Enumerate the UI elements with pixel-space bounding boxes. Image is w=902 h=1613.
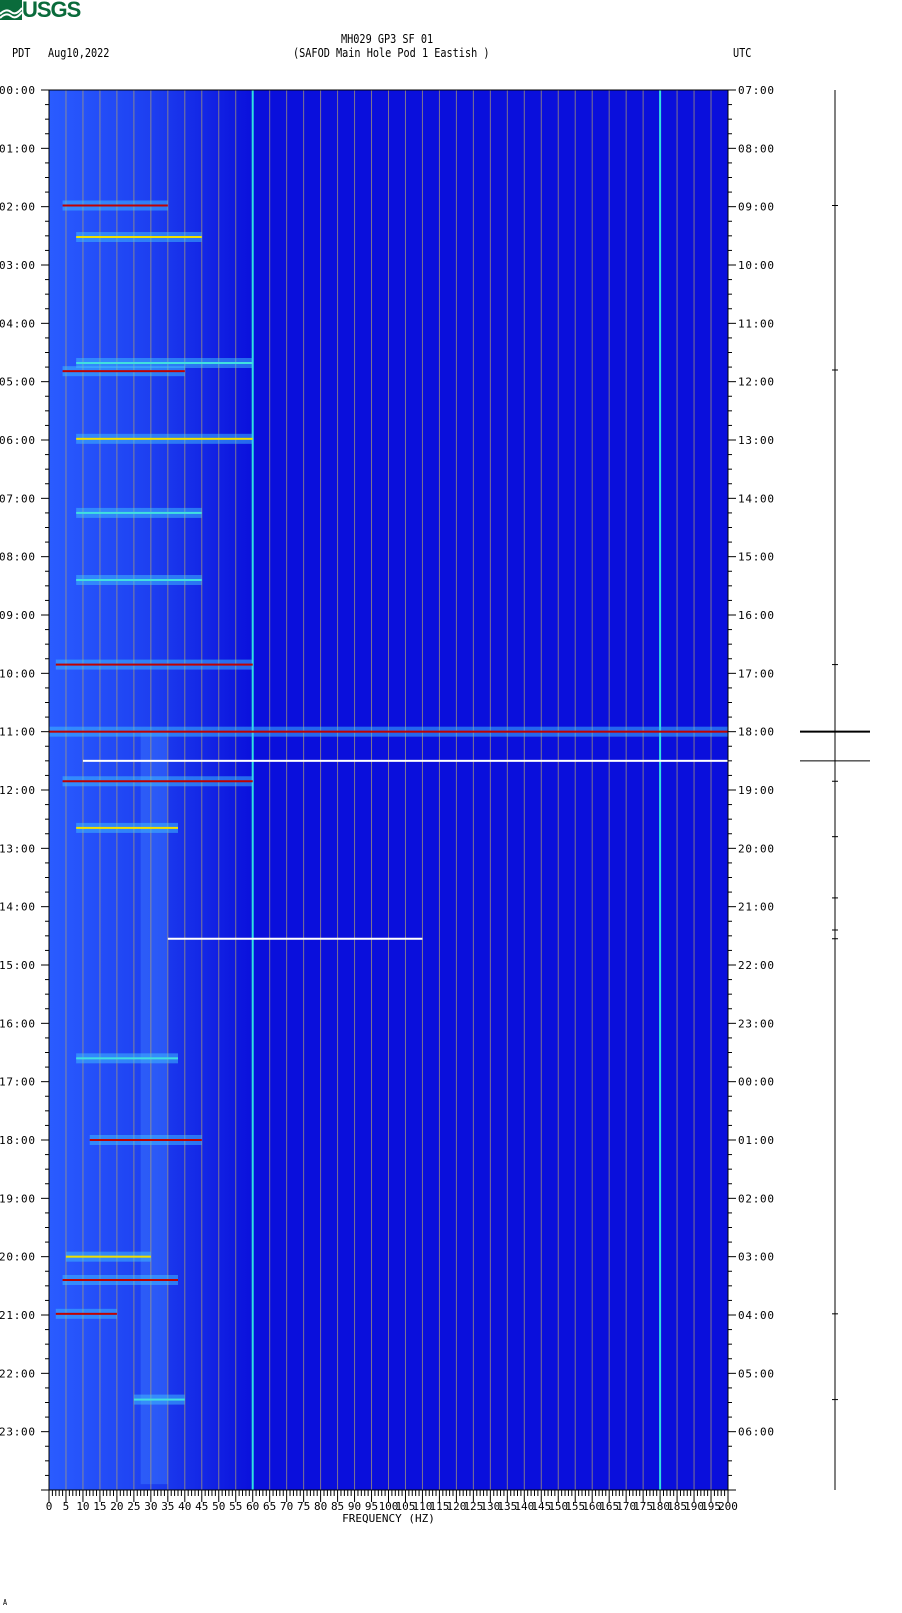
y-label-right: 08:00 bbox=[738, 142, 774, 155]
y-label-right: 04:00 bbox=[738, 1309, 774, 1322]
y-label-left: 14:00 bbox=[0, 901, 35, 914]
event-band bbox=[76, 362, 253, 364]
event-band bbox=[167, 937, 423, 940]
event-band bbox=[49, 730, 728, 733]
y-label-left: 01:00 bbox=[0, 142, 35, 155]
x-label: 80 bbox=[314, 1500, 327, 1513]
x-label: 15 bbox=[93, 1500, 106, 1513]
y-label-left: 13:00 bbox=[0, 842, 35, 855]
event-band bbox=[76, 236, 202, 238]
event-band bbox=[65, 1255, 151, 1258]
y-label-right: 17:00 bbox=[738, 667, 774, 680]
event-band bbox=[55, 663, 253, 666]
y-label-left: 22:00 bbox=[0, 1367, 35, 1380]
y-label-right: 03:00 bbox=[738, 1251, 774, 1264]
event-band bbox=[76, 579, 202, 581]
x-label: 5 bbox=[63, 1500, 70, 1513]
y-label-right: 16:00 bbox=[738, 609, 774, 622]
y-label-left: 18:00 bbox=[0, 1134, 35, 1147]
y-label-left: 21:00 bbox=[0, 1309, 35, 1322]
y-label-right: 13:00 bbox=[738, 434, 774, 447]
y-label-right: 02:00 bbox=[738, 1192, 774, 1205]
event-band bbox=[62, 780, 253, 783]
x-axis-title: FREQUENCY (HZ) bbox=[342, 1512, 435, 1525]
y-label-right: 00:00 bbox=[738, 1076, 774, 1089]
y-label-left: 23:00 bbox=[0, 1426, 35, 1439]
event-band bbox=[76, 1057, 179, 1060]
event-band bbox=[62, 1279, 179, 1281]
y-label-right: 12:00 bbox=[738, 376, 774, 389]
y-label-left: 03:00 bbox=[0, 259, 35, 272]
y-label-right: 18:00 bbox=[738, 726, 774, 739]
y-label-left: 11:00 bbox=[0, 726, 35, 739]
y-label-left: 12:00 bbox=[0, 784, 35, 797]
event-band bbox=[89, 1139, 202, 1141]
event-band bbox=[62, 204, 168, 207]
event-band bbox=[55, 1312, 117, 1315]
event-band bbox=[62, 370, 185, 373]
spectrogram: 00:00 01:00 02:00 03:00 04:00 05:00 06:00 07:00… bbox=[0, 84, 870, 1525]
y-label-right: 11:00 bbox=[738, 317, 774, 330]
y-label-right: 09:00 bbox=[738, 201, 774, 214]
event-band bbox=[76, 437, 253, 440]
y-label-right: 15:00 bbox=[738, 551, 774, 564]
x-label: 65 bbox=[263, 1500, 276, 1513]
y-label-left: 10:00 bbox=[0, 667, 35, 680]
x-label: 70 bbox=[280, 1500, 293, 1513]
event-band bbox=[76, 826, 179, 829]
y-label-left: 20:00 bbox=[0, 1251, 35, 1264]
x-label: 50 bbox=[212, 1500, 225, 1513]
y-label-right: 14:00 bbox=[738, 492, 774, 505]
x-label: 200 bbox=[718, 1500, 738, 1513]
y-label-right: 05:00 bbox=[738, 1367, 774, 1380]
y-label-right: 06:00 bbox=[738, 1426, 774, 1439]
event-band bbox=[76, 511, 202, 514]
y-label-right: 07:00 bbox=[738, 84, 774, 97]
x-label: 40 bbox=[178, 1500, 191, 1513]
x-label: 10 bbox=[76, 1500, 89, 1513]
y-label-left: 08:00 bbox=[0, 551, 35, 564]
y-label-left: 07:00 bbox=[0, 492, 35, 505]
y-label-left: 05:00 bbox=[0, 376, 35, 389]
y-label-left: 09:00 bbox=[0, 609, 35, 622]
y-label-right: 19:00 bbox=[738, 784, 774, 797]
x-label: 45 bbox=[195, 1500, 208, 1513]
y-label-left: 17:00 bbox=[0, 1076, 35, 1089]
y-label-right: 01:00 bbox=[738, 1134, 774, 1147]
y-label-left: 02:00 bbox=[0, 201, 35, 214]
x-label: 30 bbox=[144, 1500, 157, 1513]
x-label: 0 bbox=[46, 1500, 53, 1513]
y-label-left: 06:00 bbox=[0, 434, 35, 447]
noise-band-30hz bbox=[140, 731, 168, 1485]
x-label: 60 bbox=[246, 1500, 259, 1513]
x-label: 35 bbox=[161, 1500, 174, 1513]
y-label-right: 20:00 bbox=[738, 842, 774, 855]
event-band bbox=[133, 1398, 185, 1401]
y-label-right: 10:00 bbox=[738, 259, 774, 272]
y-label-right: 21:00 bbox=[738, 901, 774, 914]
x-label: 25 bbox=[127, 1500, 140, 1513]
y-label-left: 16:00 bbox=[0, 1017, 35, 1030]
y-label-right: 22:00 bbox=[738, 959, 774, 972]
y-label-left: 04:00 bbox=[0, 317, 35, 330]
event-band bbox=[82, 759, 728, 762]
y-label-left: 00:00 bbox=[0, 84, 35, 97]
x-label: 20 bbox=[110, 1500, 123, 1513]
x-label: 55 bbox=[229, 1500, 242, 1513]
y-label-left: 19:00 bbox=[0, 1192, 35, 1205]
y-label-right: 23:00 bbox=[738, 1017, 774, 1030]
y-label-left: 15:00 bbox=[0, 959, 35, 972]
x-label: 75 bbox=[297, 1500, 310, 1513]
